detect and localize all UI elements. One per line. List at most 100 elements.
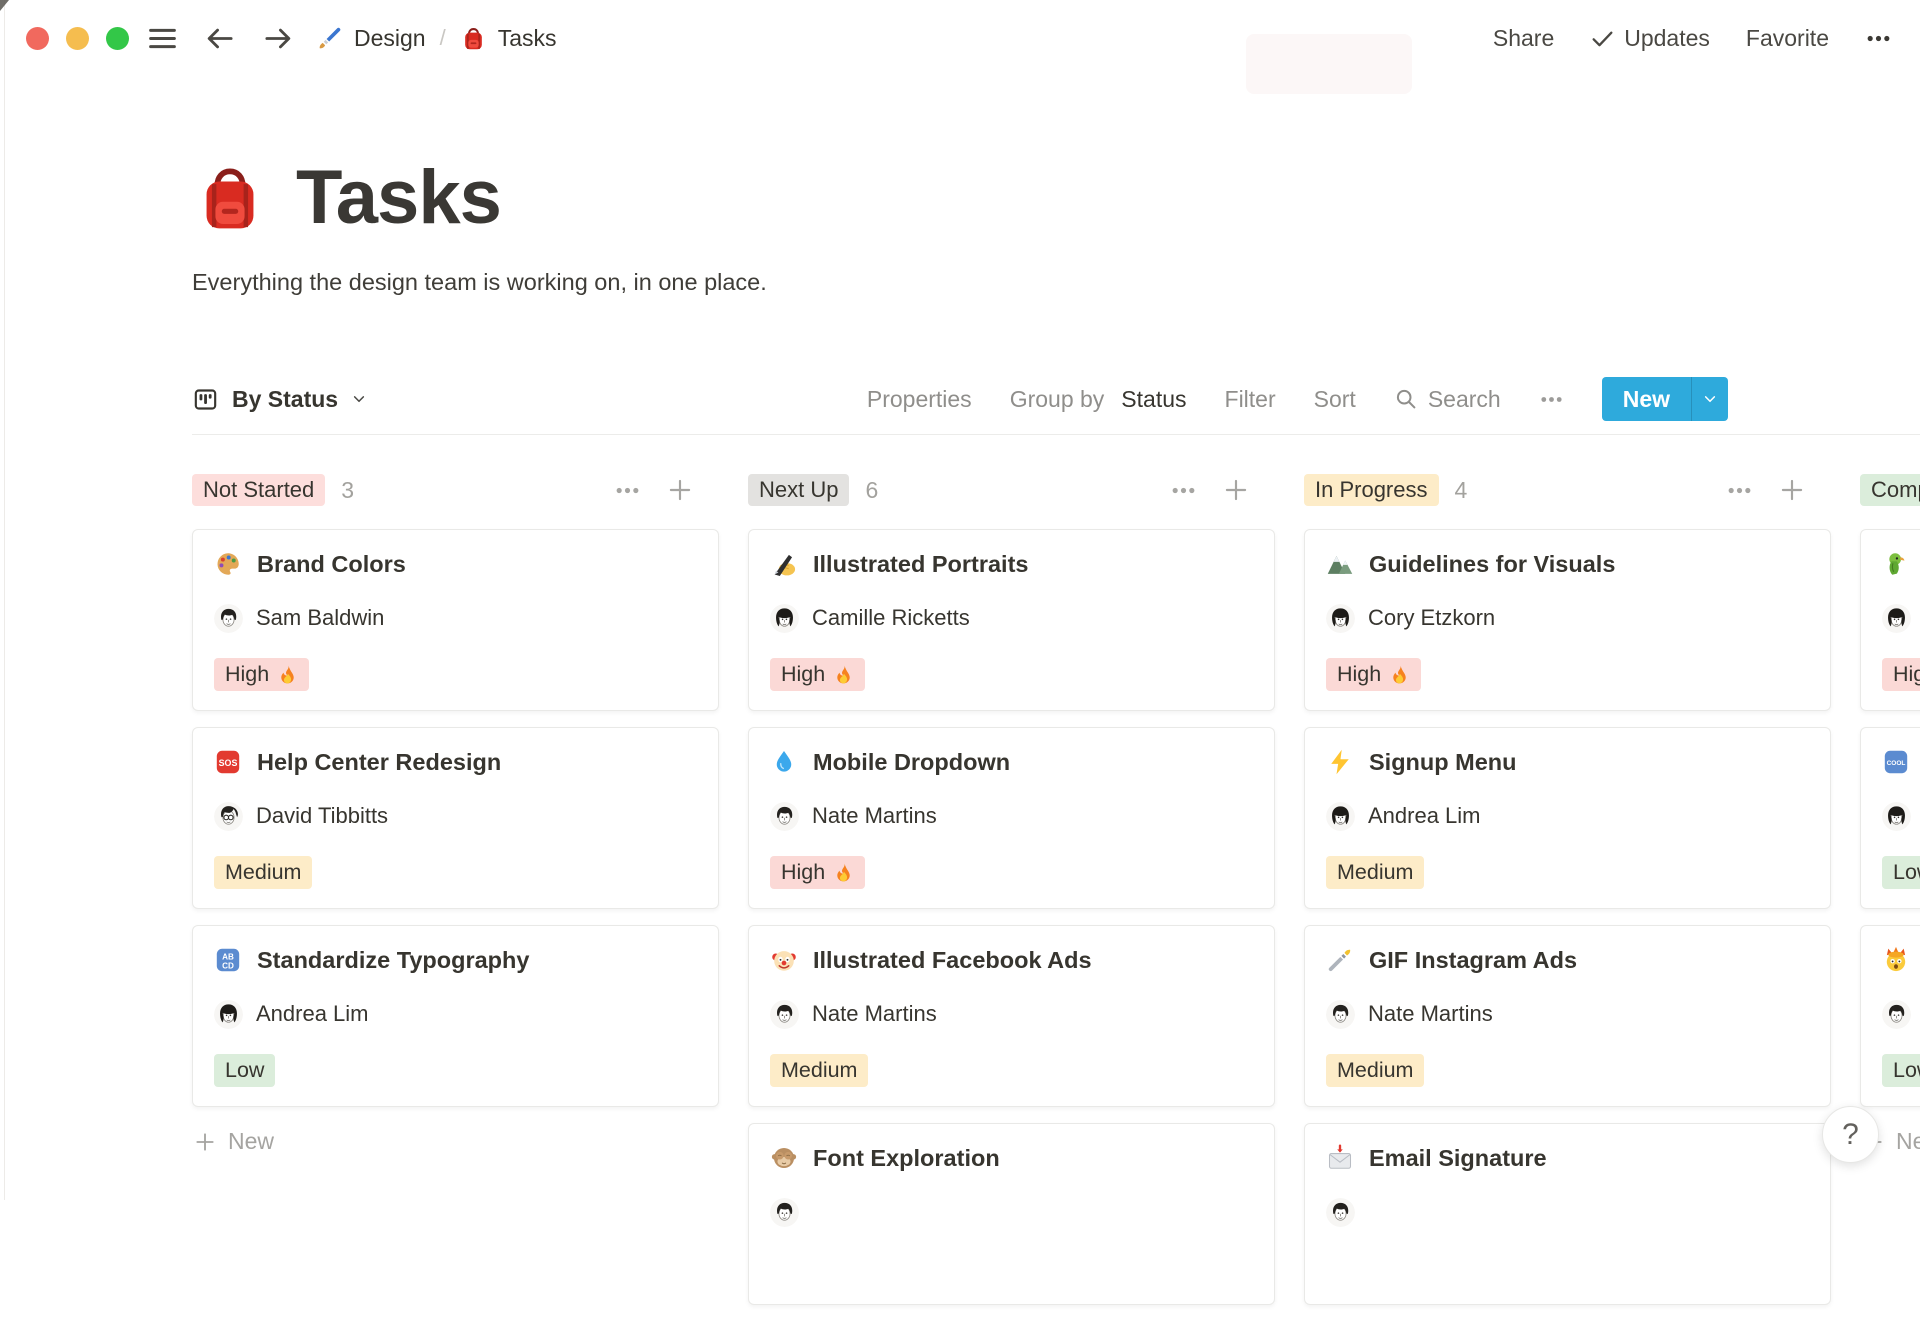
column-options-button[interactable] [1170,477,1197,504]
task-card[interactable]: Email Signature [1304,1123,1831,1305]
priority-badge[interactable]: High [770,855,866,889]
column-add-button[interactable] [667,477,693,503]
task-card[interactable]: Mobile Dropdown Nate Martins High [748,727,1275,909]
priority-badge[interactable]: High [1326,657,1422,691]
task-card[interactable]: Brand Colors Sam Baldwin High [192,529,719,711]
av-man-icon [1882,1000,1911,1029]
priority-badge[interactable]: Medium [1326,855,1425,889]
brush-icon [1326,946,1354,974]
task-card[interactable]: Signup Menu Andrea Lim Medium [1304,727,1831,909]
column-options-button[interactable] [614,477,641,504]
column-add-button[interactable] [1223,477,1249,503]
hamburger-icon [147,23,178,54]
priority-label: High [1893,661,1920,686]
parrot-icon [1882,550,1910,578]
task-title: Illustrated Portraits [813,550,1029,577]
sort-button[interactable]: Sort [1314,386,1356,413]
task-card[interactable]: Help Center Redesign David Tibbitts Medi… [192,727,719,909]
task-card[interactable]: E A Low [1860,727,1920,909]
priority-label: High [225,661,270,686]
breadcrumb-item-design[interactable]: Design [316,25,426,52]
page-title[interactable]: Tasks [296,154,502,241]
column-add-button[interactable] [1779,477,1805,503]
add-card-label: New [1896,1128,1920,1154]
column-header: Completed [1860,473,1920,507]
column-status-badge[interactable]: Not Started [192,474,326,506]
search-icon [1394,387,1418,411]
sidebar-menu-button[interactable] [147,23,178,54]
fire-icon [1389,664,1410,685]
task-card[interactable]: U C High [1860,529,1920,711]
droplet-icon [770,748,798,776]
nav-forward-button[interactable] [263,23,294,54]
priority-badge[interactable]: High [770,657,866,691]
task-card[interactable]: Illustrated Portraits Camille Ricketts H… [748,529,1275,711]
column-status-badge[interactable]: In Progress [1304,474,1439,506]
share-button[interactable]: Share [1493,25,1554,52]
minimize-window-button[interactable] [66,26,89,50]
av-man-icon [770,802,799,831]
breadcrumb-label: Design [354,24,426,51]
fire-icon [833,862,854,883]
favorite-button[interactable]: Favorite [1746,25,1829,52]
nav-back-button[interactable] [204,23,235,54]
properties-button[interactable]: Properties [867,386,972,413]
avatar [1882,802,1911,831]
assignee: Nate Martins [770,999,1253,1029]
priority-badge[interactable]: High [214,657,310,691]
view-more-button[interactable] [1539,387,1564,412]
task-card[interactable]: Standardize Typography Andrea Lim Low [192,925,719,1107]
assignee: C [1882,603,1920,633]
task-card[interactable]: GIF Instagram Ads Nate Martins Medium [1304,925,1831,1107]
avatar [770,1000,799,1029]
priority-label: Low [1893,1057,1920,1082]
chevron-down-icon [1702,391,1718,407]
column-status-badge[interactable]: Completed [1860,474,1920,506]
dots-icon [614,477,641,504]
ellipsis-icon [1865,25,1892,52]
priority-badge[interactable]: Low [214,1053,276,1087]
help-button[interactable]: ? [1822,1106,1879,1163]
envelope-icon [1326,1144,1354,1172]
filter-button[interactable]: Filter [1225,386,1276,413]
task-card[interactable]: H N Low [1860,925,1920,1107]
new-button[interactable]: New [1601,377,1728,421]
chevron-down-icon [351,391,367,407]
assignee: N [1882,999,1920,1029]
task-card[interactable]: Illustrated Facebook Ads Nate Martins Me… [748,925,1275,1107]
more-options-button[interactable] [1865,25,1892,52]
group-by-button[interactable]: Group by Status [1010,386,1187,413]
arrow-right-icon [263,23,294,54]
window-edge [4,0,5,1200]
priority-badge[interactable]: Medium [770,1053,869,1087]
avatar [214,1000,243,1029]
task-title: Guidelines for Visuals [1369,550,1616,577]
column-status-badge[interactable]: Next Up [748,474,850,506]
column-options-button[interactable] [1726,477,1753,504]
assignee: Sam Baldwin [214,603,697,633]
new-button-dropdown[interactable] [1691,377,1728,421]
task-card[interactable]: Font Exploration [748,1123,1275,1305]
avatar [1326,1000,1355,1029]
priority-badge[interactable]: High [1882,657,1920,691]
arrow-left-icon [204,23,235,54]
zoom-window-button[interactable] [106,26,129,50]
updates-label: Updates [1624,24,1710,51]
page-description[interactable]: Everything the design team is working on… [192,269,1920,296]
view-switcher[interactable]: By Status [192,386,367,413]
task-title: Standardize Typography [257,946,530,973]
breadcrumb-item-tasks[interactable]: Tasks [460,25,557,52]
writing-hand-icon [770,550,798,578]
priority-badge[interactable]: Low [1882,855,1920,889]
priority-badge[interactable]: Medium [214,855,313,889]
priority-badge[interactable]: Medium [1326,1053,1425,1087]
search-button[interactable]: Search [1394,386,1501,413]
add-card-button[interactable]: New [192,1127,280,1156]
task-card[interactable]: Guidelines for Visuals Cory Etzkorn High [1304,529,1831,711]
exploding-head-icon [1882,946,1910,974]
assignee-name: Nate Martins [1368,1001,1493,1026]
page-backpack-icon[interactable] [192,160,268,236]
close-window-button[interactable] [26,26,49,50]
priority-badge[interactable]: Low [1882,1053,1920,1087]
updates-button[interactable]: Updates [1590,25,1710,52]
